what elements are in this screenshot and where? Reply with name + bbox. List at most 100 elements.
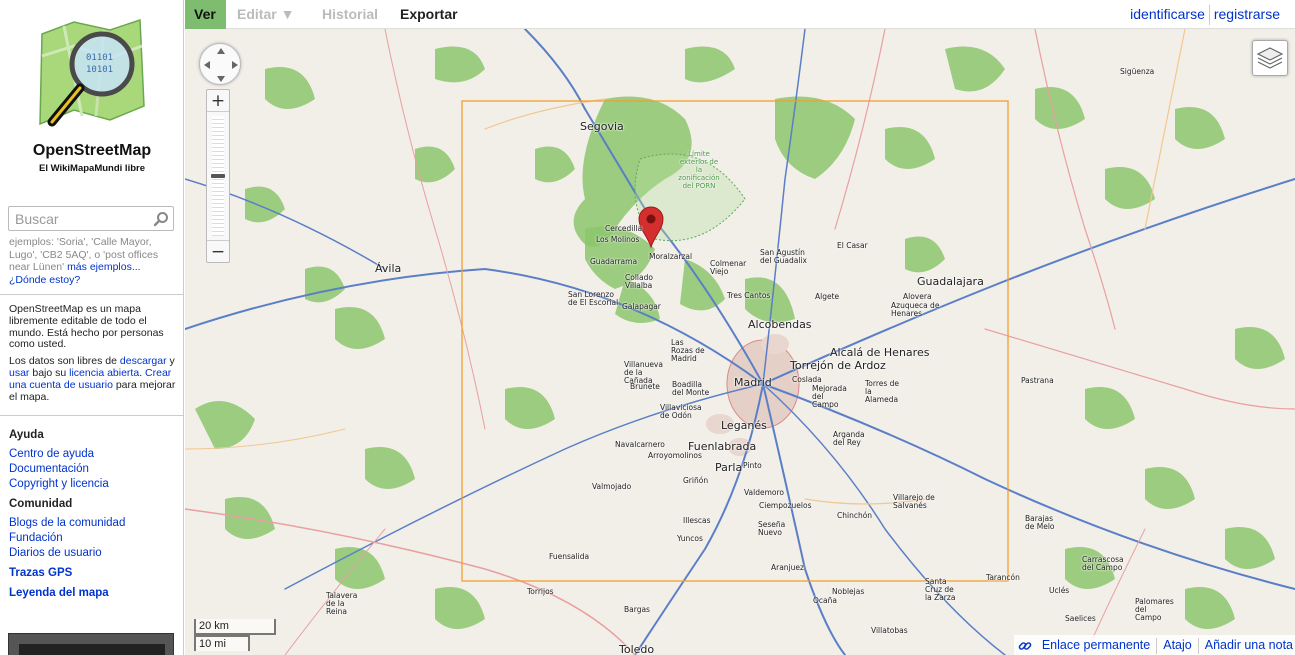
map-label: San Agustín del Guadalix [760,248,807,265]
map-label: Barajas de Melo [1025,514,1055,531]
tab-edit[interactable]: Editar ▼ [228,0,303,29]
community-blogs-link[interactable]: Blogs de la comunidad [9,516,177,531]
permalink-link[interactable]: Enlace permanente [1042,638,1150,652]
map-label: San Lorenzo de El Escorial [568,290,619,307]
pan-control[interactable] [199,43,241,85]
more-examples-link[interactable]: más ejemplos... [67,261,141,273]
zoom-in-button[interactable]: + [207,90,229,112]
add-note-link[interactable]: Añadir una nota [1205,638,1293,652]
foundation-link[interactable]: Fundación [9,531,177,546]
top-navigation: Ver Editar ▼ Historial Exportar identifi… [185,0,1295,29]
promo-banner[interactable] [8,633,174,655]
divider [0,415,183,416]
zoom-slider-handle[interactable] [211,174,225,178]
about-text: OpenStreetMap es un mapa libremente edit… [9,303,164,351]
pan-arrows-icon [204,48,238,82]
where-am-i-link[interactable]: ¿Dónde estoy? [9,274,80,286]
osm-logo[interactable]: 01101 10101 [34,16,150,132]
scale-mi: 10 mi [194,635,250,651]
map-label: Torrejón de Ardoz [790,359,886,372]
map-label: Madrid [734,376,772,389]
zoom-control: + − [206,89,230,263]
map-label: Valmojado [592,482,632,491]
search-icon[interactable] [153,211,169,227]
license-text-a: Los datos son libres de [9,355,120,368]
login-link[interactable]: identificarse [1130,6,1205,22]
search-examples: ejemplos: 'Soria', 'Calle Mayor, Lugo', … [9,236,174,286]
map-label: Yuncos [677,534,703,543]
documentation-link[interactable]: Documentación [9,462,177,477]
svg-text:10101: 10101 [86,65,113,75]
map-label: Guadarrama [590,257,638,266]
help-title: Ayuda [9,429,44,441]
map-label: Moralzarzal [649,252,693,261]
map-footer: Enlace permanente Atajo Añadir una nota [1014,635,1295,655]
map-label: Ocaña [813,596,837,605]
license-text: Los datos son libres de descargar y usar… [9,355,177,403]
sidebar: 01101 10101 OpenStreetMap El WikiMapaMun… [0,0,184,655]
map-label: Villaviciosa de Odón [660,403,702,420]
signup-link[interactable]: registrarse [1214,6,1280,22]
use-link[interactable]: usar [9,367,29,379]
user-links: identificarse registrarse [1130,0,1280,29]
map-label: Saelices [1065,614,1096,623]
map-label: Tarancón [986,573,1020,582]
tab-export[interactable]: Exportar [391,0,467,29]
map-label: Guadalajara [917,275,984,288]
map-label: Villarejo de Salvanés [893,493,935,510]
shortlink-link[interactable]: Atajo [1163,638,1192,652]
divider [0,294,183,295]
map-label: Tres Cantos [727,291,771,300]
scale-km: 20 km [194,619,276,635]
map-label: El Casar [837,241,868,250]
forest-areas [195,46,1285,629]
map-key-link[interactable]: Leyenda del mapa [9,587,177,599]
search-input[interactable] [9,207,149,230]
license-text-b: y [166,355,175,368]
tab-history[interactable]: Historial [313,0,387,29]
download-link[interactable]: descargar [120,355,167,367]
protected-area-label: Límite exterior de la zonificación del P… [678,150,720,190]
map-label: Santa Cruz de la Zarza [925,577,956,602]
map-label: Parla [715,461,743,474]
open-license-link[interactable]: licencia abierta [69,367,139,379]
map-label: Leganés [721,419,767,432]
map-label: Mejorada del Campo [812,384,847,409]
map-label: Pinto [743,461,762,470]
map-label: Palomares del Campo [1135,597,1174,622]
site-title[interactable]: OpenStreetMap [0,142,183,160]
map-label: Coslada [792,375,822,384]
map-label: Pastrana [1021,376,1054,385]
layers-button[interactable] [1252,40,1288,76]
map-label: Collado Villalba [625,273,653,290]
map-label: Torrijos [527,587,554,596]
map-label: Cercedilla [605,224,643,233]
map-label: Segovia [580,120,624,133]
map-label: Torres de la Alameda [865,379,900,404]
copyright-link[interactable]: Copyright y licencia [9,477,177,492]
tab-view[interactable]: Ver [185,0,226,29]
map-label: Seseña Nuevo [758,520,786,537]
map-label: Alovera [903,292,932,301]
map-label: Los Molinos [596,235,640,244]
map-label: Galapagar [622,302,661,311]
map-label: Sigüenza [1120,67,1155,76]
gps-traces-link[interactable]: Trazas GPS [9,567,177,579]
map-label: Ciempozuelos [759,501,812,510]
zoom-out-button[interactable]: − [207,240,229,262]
map-label: Arroyomolinos [648,451,702,460]
map-label: Aranjuez [771,563,804,572]
map-canvas[interactable]: Segovia Ávila Guadalajara Madrid Alcoben… [185,29,1295,655]
scale-bar: 20 km 10 mi [194,619,276,651]
map-label: Fuensalida [549,552,590,561]
divider [1156,637,1158,654]
promo-banner-image [19,644,165,655]
map-label: Uclés [1049,586,1070,595]
map-label: Valdemoro [744,488,785,497]
map-label: Alcobendas [748,318,812,331]
help-center-link[interactable]: Centro de ayuda [9,447,177,462]
layers-icon [1256,47,1284,69]
about-section: OpenStreetMap es un mapa libremente edit… [9,303,177,408]
user-diaries-link[interactable]: Diarios de usuario [9,546,177,561]
map-label: Boadilla del Monte [672,380,710,397]
